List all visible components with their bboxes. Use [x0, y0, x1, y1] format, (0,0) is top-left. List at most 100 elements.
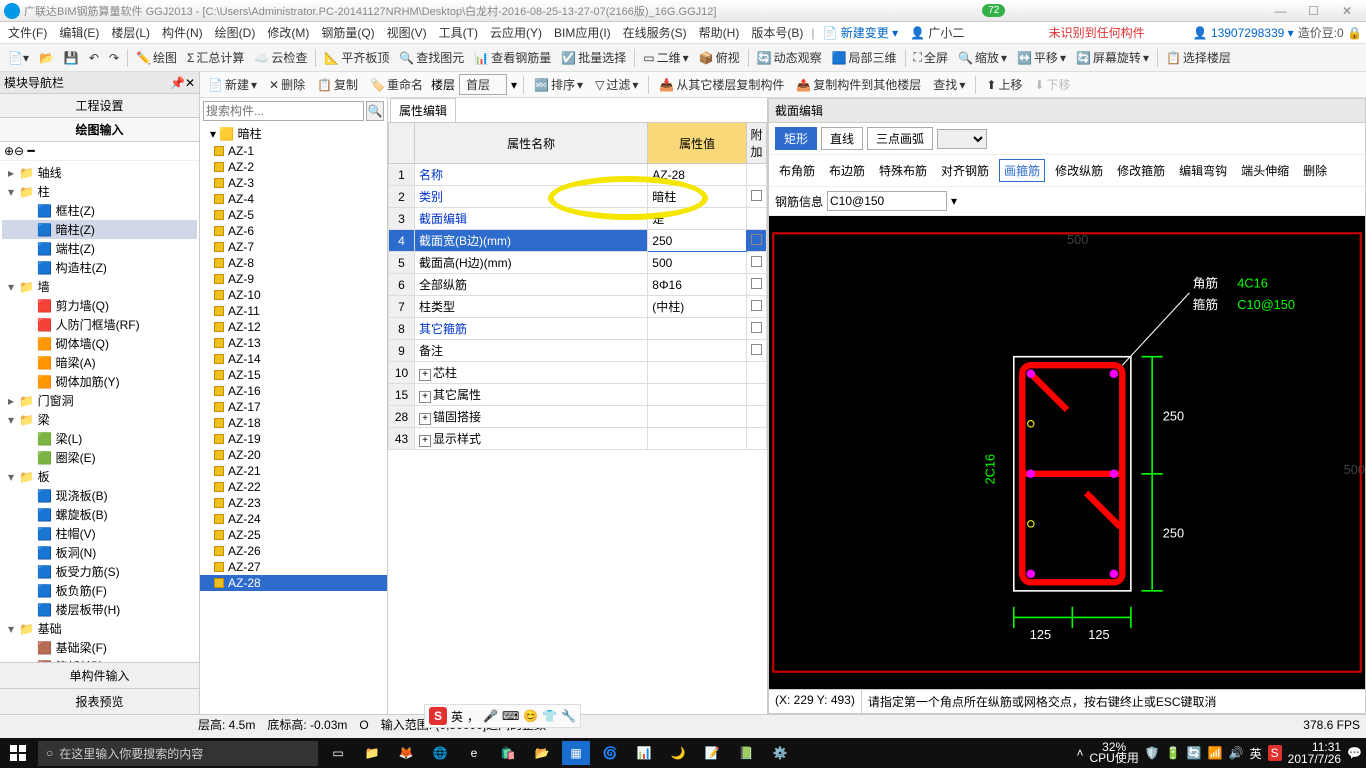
nav-close-icon[interactable]: ✕	[185, 76, 195, 90]
ime-punct-icon[interactable]: ，	[467, 708, 479, 725]
rebar-info-dropdown-icon[interactable]: ▾	[951, 194, 957, 208]
nav-pin-icon[interactable]: 📌	[170, 76, 185, 90]
tray-expand-icon[interactable]: ˄	[1077, 746, 1084, 760]
list-item[interactable]: AZ-6	[200, 223, 387, 239]
list-item[interactable]: AZ-14	[200, 351, 387, 367]
tray-notifications-icon[interactable]: 💬	[1347, 746, 1362, 760]
shape-tab-rect[interactable]: 矩形	[775, 127, 817, 150]
tray-shield-icon[interactable]: 🛡️	[1145, 746, 1160, 760]
tree-item[interactable]: 🟩 梁(L)	[2, 429, 197, 448]
menu-file[interactable]: 文件(F)	[4, 22, 51, 43]
move-up-button[interactable]: ⬆ 上移	[982, 74, 1026, 95]
list-item[interactable]: AZ-12	[200, 319, 387, 335]
list-item[interactable]: AZ-13	[200, 335, 387, 351]
tree-item[interactable]: 🟩 圈梁(E)	[2, 448, 197, 467]
menu-tools[interactable]: 工具(T)	[435, 22, 482, 43]
taskbar-app-9[interactable]: 📗	[732, 741, 760, 765]
tray-battery-icon[interactable]: 🔋	[1166, 746, 1181, 760]
taskbar-explorer-icon[interactable]: 📂	[528, 741, 556, 765]
tree-item[interactable]: 🟦 板受力筋(S)	[2, 562, 197, 581]
tree-item[interactable]: 🟦 暗柱(Z)	[2, 220, 197, 239]
list-item[interactable]: AZ-17	[200, 399, 387, 415]
batch-select-button[interactable]: ☑️批量选择	[557, 47, 630, 68]
taskbar-app-2[interactable]: 🦊	[392, 741, 420, 765]
list-item[interactable]: AZ-28	[200, 575, 387, 591]
expand-icon[interactable]: ⊕⊖	[4, 144, 24, 158]
property-row[interactable]: 9备注	[389, 340, 767, 362]
menu-help[interactable]: 帮助(H)	[695, 22, 744, 43]
tree-item[interactable]: ▾ 📁 板	[2, 467, 197, 486]
find-view-button[interactable]: 🔍查找图元	[395, 47, 468, 68]
sum-calc-button[interactable]: Σ 汇总计算	[183, 47, 248, 68]
ime-skin-icon[interactable]: 👕	[542, 709, 557, 723]
list-item[interactable]: AZ-7	[200, 239, 387, 255]
rebar-opt[interactable]: 修改箍筋	[1113, 160, 1169, 181]
tree-item[interactable]: 🟧 砌体墙(Q)	[2, 334, 197, 353]
menu-view[interactable]: 视图(V)	[383, 22, 431, 43]
menu-version[interactable]: 版本号(B)	[747, 22, 807, 43]
move-down-button[interactable]: ⬇ 下移	[1030, 74, 1074, 95]
tree-item[interactable]: 🟦 楼层板带(H)	[2, 600, 197, 619]
list-item[interactable]: AZ-15	[200, 367, 387, 383]
bird-view-button[interactable]: 📦俯视	[695, 47, 744, 68]
ime-lang[interactable]: 英	[451, 708, 463, 725]
rebar-opt[interactable]: 布角筋	[775, 160, 819, 181]
rebar-opt[interactable]: 编辑弯钩	[1175, 160, 1231, 181]
tree-item[interactable]: 🟧 砌体加筋(Y)	[2, 372, 197, 391]
tree-item[interactable]: 🟦 端柱(Z)	[2, 239, 197, 258]
list-item[interactable]: AZ-2	[200, 159, 387, 175]
taskbar-app-10[interactable]: ⚙️	[766, 741, 794, 765]
ime-bar[interactable]: S 英 ， 🎤 ⌨ 😊 👕 🔧	[424, 704, 581, 728]
list-item[interactable]: AZ-25	[200, 527, 387, 543]
rebar-opt[interactable]: 对齐钢筋	[937, 160, 993, 181]
dynamic-view-button[interactable]: 🔄动态观察	[753, 47, 826, 68]
shape-tab-arc[interactable]: 三点画弧	[867, 127, 933, 150]
property-row[interactable]: 7柱类型(中柱)	[389, 296, 767, 318]
list-item[interactable]: AZ-10	[200, 287, 387, 303]
property-row[interactable]: 5截面高(H边)(mm)500	[389, 252, 767, 274]
tray-volume-icon[interactable]: 🔊	[1229, 746, 1244, 760]
fullscreen-button[interactable]: ⛶ 全屏	[910, 47, 952, 68]
taskbar-edge-icon[interactable]: e	[460, 741, 488, 765]
property-row[interactable]: 10+芯柱	[389, 362, 767, 384]
tree-item[interactable]: 🟦 螺旋板(B)	[2, 505, 197, 524]
menu-rebar[interactable]: 钢筋量(Q)	[317, 22, 378, 43]
rebar-opt[interactable]: 端头伸缩	[1237, 160, 1293, 181]
menu-draw[interactable]: 绘图(D)	[211, 22, 260, 43]
rebar-opt[interactable]: 修改纵筋	[1051, 160, 1107, 181]
new-file-icon[interactable]: 📄▾	[4, 49, 33, 67]
list-item[interactable]: AZ-22	[200, 479, 387, 495]
search-input[interactable]	[203, 101, 364, 121]
new-component-button[interactable]: 📄新建 ▾	[204, 74, 261, 95]
save-icon[interactable]: 💾	[60, 49, 83, 67]
tree-item[interactable]: ▾ 📁 墙	[2, 277, 197, 296]
list-item[interactable]: AZ-5	[200, 207, 387, 223]
tray-sync-icon[interactable]: 🔄	[1187, 746, 1202, 760]
taskbar-app-1[interactable]: 📁	[358, 741, 386, 765]
dim-2d-dropdown[interactable]: ▭ 二维 ▾	[639, 47, 692, 68]
task-view-icon[interactable]: ▭	[324, 741, 352, 765]
menu-bim[interactable]: BIM应用(I)	[550, 22, 615, 43]
taskbar-app-active[interactable]: ▦	[562, 741, 590, 765]
tree-item[interactable]: 🟦 板负筋(F)	[2, 581, 197, 600]
list-item[interactable]: AZ-8	[200, 255, 387, 271]
tree-item[interactable]: 🟫 基础梁(F)	[2, 638, 197, 657]
list-item[interactable]: AZ-27	[200, 559, 387, 575]
menu-component[interactable]: 构件(N)	[158, 22, 207, 43]
ime-keyboard-icon[interactable]: ⌨	[502, 709, 519, 723]
menu-edit[interactable]: 编辑(E)	[55, 22, 103, 43]
notification-badge[interactable]: 72	[982, 4, 1005, 17]
list-item[interactable]: AZ-26	[200, 543, 387, 559]
copy-from-floor-button[interactable]: 📥从其它楼层复制构件	[655, 74, 788, 95]
taskbar-app-7[interactable]: 🌙	[664, 741, 692, 765]
open-icon[interactable]: 📂	[35, 49, 58, 67]
redo-icon[interactable]: ↷	[105, 49, 123, 67]
list-item[interactable]: AZ-16	[200, 383, 387, 399]
list-item[interactable]: AZ-23	[200, 495, 387, 511]
component-list[interactable]: ▾ 🟨 暗柱AZ-1AZ-2AZ-3AZ-4AZ-5AZ-6AZ-7AZ-8AZ…	[200, 124, 387, 714]
nav-tree[interactable]: ▸ 📁 轴线▾ 📁 柱 🟦 框柱(Z) 🟦 暗柱(Z) 🟦 端柱(Z) 🟦 构造…	[0, 161, 199, 662]
rebar-opt[interactable]: 布边筋	[825, 160, 869, 181]
cloud-check-button[interactable]: ☁️云检查	[250, 47, 311, 68]
ime-mic-icon[interactable]: 🎤	[483, 709, 498, 723]
close-button[interactable]: ✕	[1332, 4, 1362, 18]
